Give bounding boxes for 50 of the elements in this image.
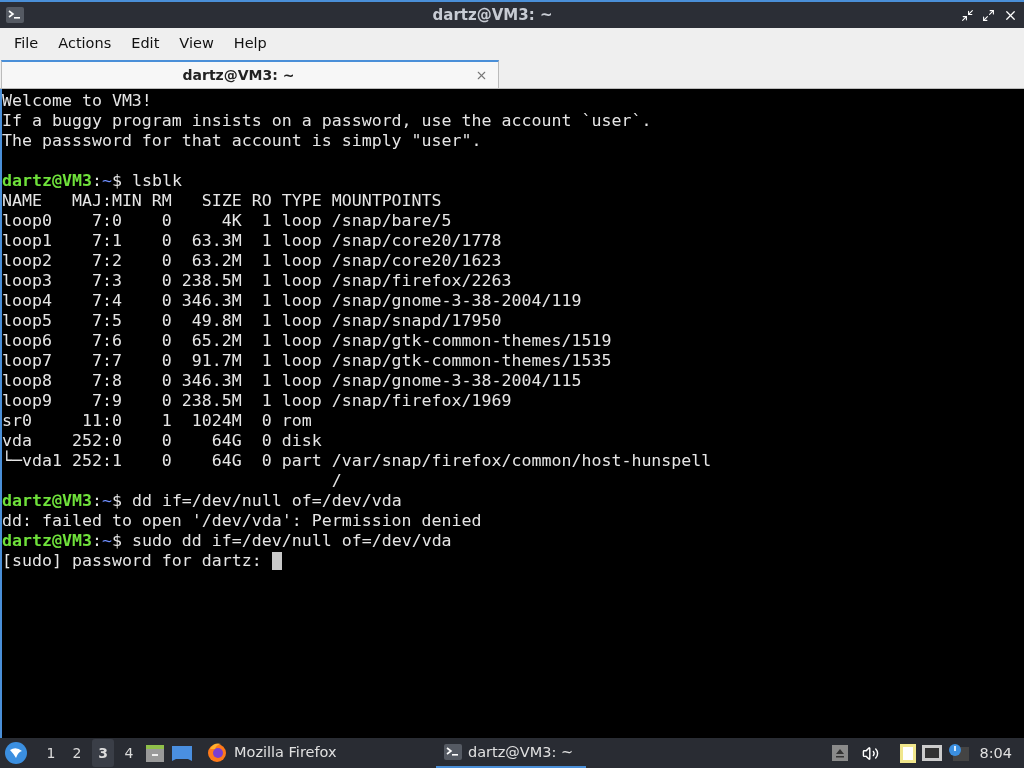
terminal-line: loop7 7:7 0 91.7M 1 loop /snap/gtk-common-themes/1535 xyxy=(2,351,612,371)
workspace-button[interactable]: 2 xyxy=(66,739,88,767)
network-icon[interactable] xyxy=(921,744,944,762)
terminal-line: loop0 7:0 0 4K 1 loop /snap/bare/5 xyxy=(2,211,452,231)
clock[interactable]: 8:04 xyxy=(973,745,1020,761)
minimize-icon[interactable] xyxy=(961,8,974,22)
taskbar-task[interactable]: Mozilla Firefox xyxy=(198,738,388,768)
workspace-button[interactable]: 3 xyxy=(92,739,114,767)
terminal-line: [sudo] password for dartz: xyxy=(2,551,262,571)
terminal-line: If a buggy program insists on a password, use the account `user`. xyxy=(2,111,652,131)
taskbar-task[interactable]: dartz@VM3: ~ xyxy=(436,738,586,768)
terminal-line: loop1 7:1 0 63.3M 1 loop /snap/core20/1778 xyxy=(2,231,502,251)
eject-icon[interactable] xyxy=(832,745,849,761)
menu-item[interactable]: Help xyxy=(223,35,277,51)
workspace-button[interactable]: 4 xyxy=(118,739,140,767)
terminal-line: loop3 7:3 0 238.5M 1 loop /snap/firefox/2263 xyxy=(2,271,512,291)
terminal-line: sr0 11:0 1 1024M 0 rom xyxy=(2,411,312,431)
menu-item[interactable]: Actions xyxy=(48,35,122,51)
window-title: dartz@VM3: ~ xyxy=(431,6,554,24)
tab-label: dartz@VM3: ~ xyxy=(181,67,296,83)
prompt-line: dartz@VM3:~$ lsblk xyxy=(2,171,182,191)
notification-icon[interactable] xyxy=(947,743,970,763)
volume-icon[interactable] xyxy=(862,744,880,762)
terminal-line: / xyxy=(330,471,342,491)
terminal-line: loop6 7:6 0 65.2M 1 loop /snap/gtk-common-themes/1519 xyxy=(2,331,612,351)
terminal-line: dd: failed to open '/dev/vda': Permission denied xyxy=(2,511,482,531)
terminal-line: loop2 7:2 0 63.2M 1 loop /snap/core20/1623 xyxy=(2,251,502,271)
prompt-line: dartz@VM3:~$ sudo dd if=/dev/null of=/dev/vda xyxy=(2,531,452,551)
fox-globe-icon xyxy=(206,741,228,763)
terminal-icon xyxy=(6,7,24,23)
terminal-line: The passsword for that account is simply "user". xyxy=(2,131,482,151)
terminal-icon xyxy=(444,744,462,760)
clipboard-icon[interactable] xyxy=(899,742,918,764)
maximize-icon[interactable] xyxy=(982,8,995,22)
tab[interactable]: dartz@VM3: ~ xyxy=(1,60,499,88)
menu-item[interactable]: Edit xyxy=(121,35,170,51)
terminal-line: loop9 7:9 0 238.5M 1 loop /snap/firefox/1969 xyxy=(2,391,512,411)
menu-item[interactable]: View xyxy=(169,35,224,51)
terminal-line: loop4 7:4 0 346.3M 1 loop /snap/gnome-3-38-2004/119 xyxy=(2,291,582,311)
start-menu-icon[interactable] xyxy=(4,741,28,765)
workspace-button[interactable]: 1 xyxy=(40,739,62,767)
terminal-line: NAME MAJ:MIN RM SIZE RO TYPE MOUNTPOINTS xyxy=(2,191,442,211)
terminal-line: loop8 7:8 0 346.3M 1 loop /snap/gnome-3-38-2004/115 xyxy=(2,371,582,391)
terminal-line: └─vda1 252:1 0 64G 0 part /var/snap/firefox/common/host-hunspell xyxy=(2,451,712,471)
terminal-line: vda 252:0 0 64G 0 disk xyxy=(2,431,322,450)
file-cabinet-icon[interactable] xyxy=(144,742,166,764)
menu-item[interactable]: File xyxy=(4,35,49,51)
prompt-line: dartz@VM3:~$ dd if=/dev/null of=/dev/vda xyxy=(2,491,402,511)
terminal-line: Welcome to VM3! xyxy=(2,91,152,111)
terminal-line: loop5 7:5 0 49.8M 1 loop /snap/snapd/17950 xyxy=(2,311,502,331)
